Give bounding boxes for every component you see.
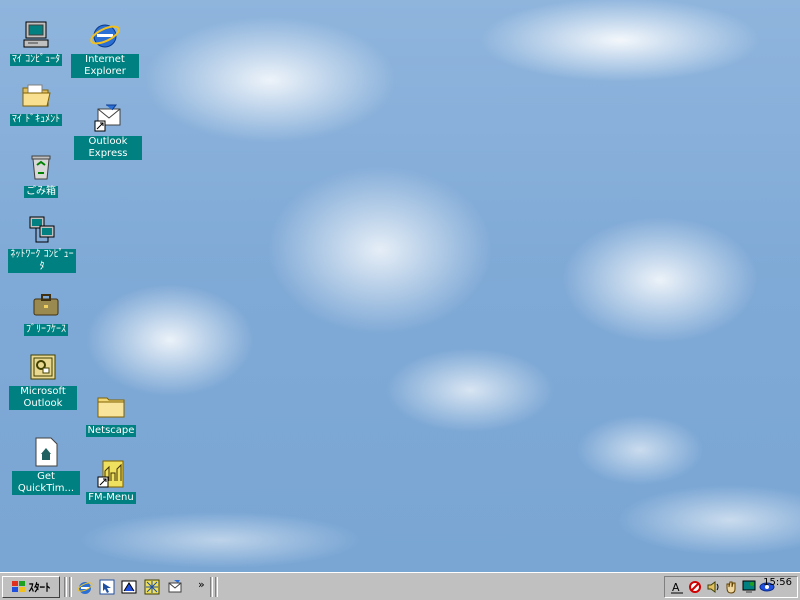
desktop-icon-outlook-express[interactable]: Outlook Express: [74, 100, 142, 160]
desktop-icon-recycle-bin[interactable]: ごみ箱: [7, 150, 75, 198]
computer-icon: [19, 18, 53, 52]
quicktime-doc-icon: [29, 435, 63, 469]
taskbar-grip[interactable]: [215, 577, 218, 597]
folder-open-icon: [19, 78, 53, 112]
no-entry-icon[interactable]: [687, 579, 703, 595]
outlook-icon: [26, 350, 60, 384]
briefcase-icon: [29, 288, 63, 322]
desktop-icon-label: Internet Explorer: [71, 54, 139, 78]
quicklaunch-desktop-icon[interactable]: [120, 578, 138, 596]
desktop-icon-label: ﾏｲ ｺﾝﾋﾟｭｰﾀ: [9, 54, 63, 66]
ie-icon: [88, 18, 122, 52]
desktop-icon-label: ﾈｯﾄﾜｰｸ ｺﾝﾋﾟｭｰﾀ: [8, 249, 76, 273]
taskbar-separator: [210, 577, 213, 597]
clock[interactable]: 15:56: [763, 577, 792, 588]
quicklaunch-channels-icon[interactable]: [143, 578, 161, 596]
svg-text:A: A: [672, 581, 680, 594]
desktop-icon-microsoft-outlook[interactable]: Microsoft Outlook: [9, 350, 77, 410]
desktop-icon-label: FM-Menu: [86, 492, 136, 504]
desktop-icon-get-quicktime[interactable]: Get QuickTim...: [12, 435, 80, 495]
desktop-icon-network[interactable]: ﾈｯﾄﾜｰｸ ｺﾝﾋﾟｭｰﾀ: [8, 213, 76, 273]
quicklaunch-more-button[interactable]: »: [198, 578, 205, 591]
desktop-icon-my-documents[interactable]: ﾏｲ ﾄﾞｷｭﾒﾝﾄ: [2, 78, 70, 126]
desktop-icon-briefcase[interactable]: ﾌﾞﾘｰﾌｹｰｽ: [12, 288, 80, 336]
quicklaunch-cursor-icon[interactable]: [98, 578, 116, 596]
hand-icon[interactable]: [723, 579, 739, 595]
desktop-icon-label: Microsoft Outlook: [9, 386, 77, 410]
fm-menu-icon: [94, 456, 128, 490]
start-label: ｽﾀｰﾄ: [28, 581, 51, 594]
desktop-icon-fm-menu[interactable]: FM-Menu: [77, 456, 145, 504]
desktop-icon-label: Netscape: [85, 425, 137, 437]
folder-icon: [94, 389, 128, 423]
quicklaunch-ie-icon[interactable]: [76, 578, 94, 596]
desktop-icon-label: ごみ箱: [24, 186, 58, 198]
desktop-icon-internet-explorer[interactable]: Internet Explorer: [71, 18, 139, 78]
outlook-express-icon: [91, 100, 125, 134]
desktop-icon-label: Outlook Express: [74, 136, 142, 160]
taskbar: ｽﾀｰﾄ » A 15:56: [0, 572, 800, 600]
desktop-icon-label: ﾏｲ ﾄﾞｷｭﾒﾝﾄ: [9, 114, 63, 126]
network-icon: [25, 213, 59, 247]
start-button[interactable]: ｽﾀｰﾄ: [2, 576, 60, 598]
volume-icon[interactable]: [705, 579, 721, 595]
quicklaunch-grip[interactable]: [69, 577, 72, 597]
recycle-bin-icon: [24, 150, 58, 184]
ime-icon[interactable]: A: [669, 579, 685, 595]
desktop-icon-label: Get QuickTim...: [12, 471, 80, 495]
quicklaunch-separator: [64, 577, 67, 597]
desktop-icon-netscape[interactable]: Netscape: [77, 389, 145, 437]
windows-logo-icon: [11, 581, 25, 592]
desktop-icon-label: ﾌﾞﾘｰﾌｹｰｽ: [24, 324, 68, 336]
quicklaunch-outlook-express-icon[interactable]: [166, 578, 184, 596]
desktop-icon-my-computer[interactable]: ﾏｲ ｺﾝﾋﾟｭｰﾀ: [2, 18, 70, 66]
desktop: ﾏｲ ｺﾝﾋﾟｭｰﾀ Internet Explorer ﾏｲ ﾄﾞｷｭﾒﾝﾄ: [0, 0, 800, 572]
monitor-icon[interactable]: [741, 579, 757, 595]
